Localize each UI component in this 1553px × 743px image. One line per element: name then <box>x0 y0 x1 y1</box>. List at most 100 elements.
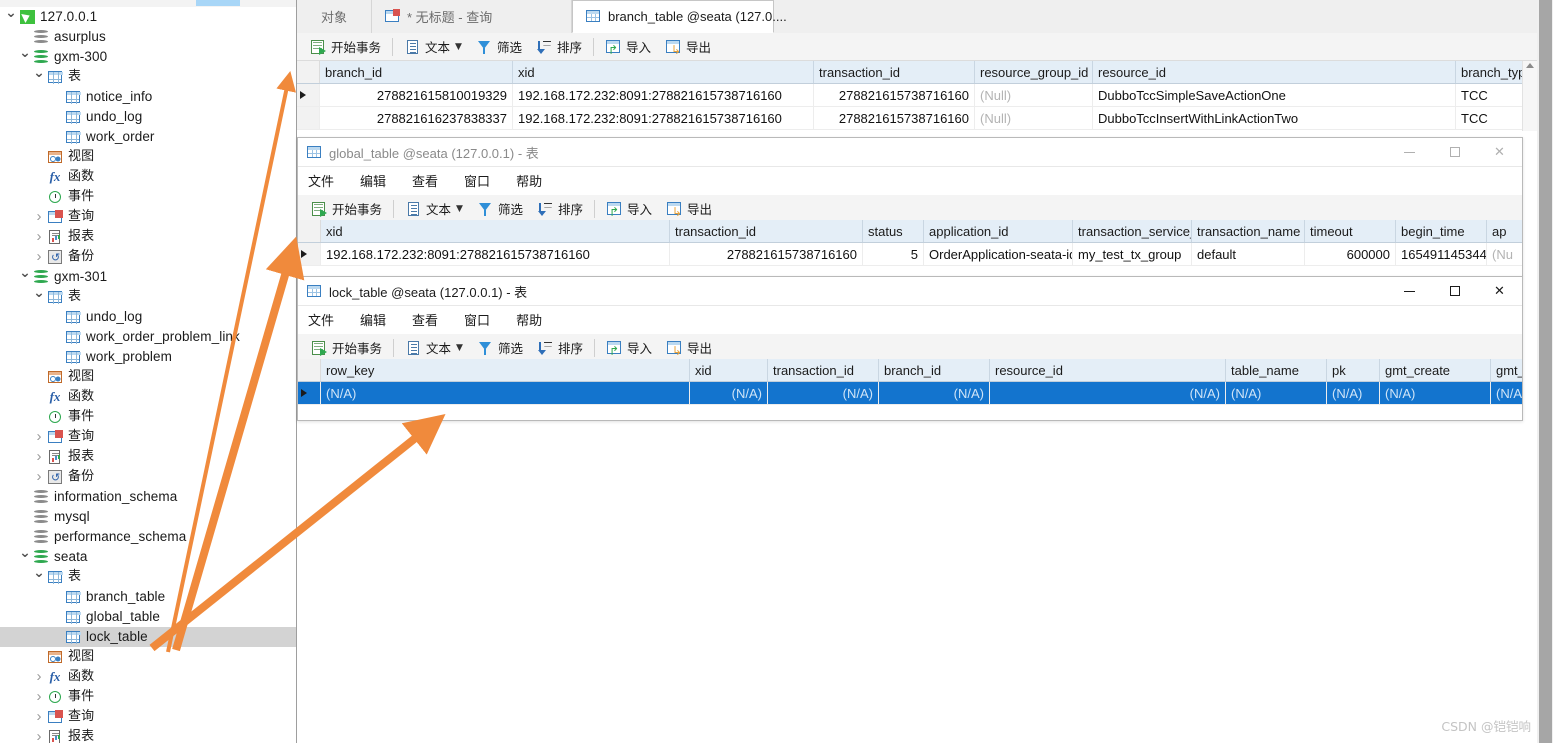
column-header-table_name[interactable]: table_name <box>1225 359 1327 382</box>
import-button[interactable]: 导入 <box>598 35 658 59</box>
text-button[interactable]: 文本 ▼ <box>397 35 469 59</box>
cell-resource_group_id[interactable]: (Null) <box>974 83 1093 107</box>
row-selector-cell[interactable] <box>298 242 321 266</box>
tree-item-[interactable]: 查询 <box>0 207 296 227</box>
tree-item-lock_table[interactable]: lock_table <box>0 627 296 647</box>
tree-item-[interactable]: fx 函数 <box>0 387 296 407</box>
chevron-right-icon[interactable] <box>32 447 46 468</box>
menu-help[interactable]: 帮助 <box>516 310 542 329</box>
tree-item-[interactable]: 查询 <box>0 707 296 727</box>
chevron-right-icon[interactable] <box>32 227 46 248</box>
tree-item-[interactable]: 表 <box>0 67 296 87</box>
close-icon[interactable]: ✕ <box>1477 138 1522 166</box>
menu-file[interactable]: 文件 <box>308 171 334 190</box>
tree-item-[interactable]: 视图 <box>0 147 296 167</box>
cell-xid[interactable]: 192.168.172.232:8091:278821615738716160 <box>512 83 814 107</box>
tree-item-notice_info[interactable]: notice_info <box>0 87 296 107</box>
column-header-gmt_modified[interactable]: gmt_modified <box>1490 359 1522 382</box>
begin-transaction-button[interactable]: 开始事务 <box>303 35 388 59</box>
column-header-transaction_id[interactable]: transaction_id <box>813 61 975 84</box>
column-header-status[interactable]: status <box>862 220 924 243</box>
cell-branch_id[interactable]: (N/A) <box>878 381 990 405</box>
chevron-right-icon[interactable] <box>32 207 46 228</box>
column-header-pk[interactable]: pk <box>1326 359 1380 382</box>
cell-gmt_modified[interactable]: (N/A) <box>1490 381 1522 405</box>
cell-resource_id[interactable]: DubboTccInsertWithLinkActionTwo <box>1092 106 1456 130</box>
chevron-down-icon[interactable] <box>18 46 32 68</box>
chevron-right-icon[interactable] <box>32 687 46 708</box>
data-grid[interactable]: xid transaction_id status application_id tra… <box>298 220 1522 266</box>
column-header-xid[interactable]: xid <box>320 220 670 243</box>
menu-window[interactable]: 窗口 <box>464 310 490 329</box>
tree-item-mysql[interactable]: mysql <box>0 507 296 527</box>
column-header-branch_id[interactable]: branch_id <box>878 359 990 382</box>
column-header-transaction_service_group[interactable]: transaction_service_group <box>1072 220 1192 243</box>
chevron-right-icon[interactable] <box>32 427 46 448</box>
column-header-ap[interactable]: ap <box>1486 220 1522 243</box>
row-selector-header[interactable] <box>298 220 321 243</box>
menu-help[interactable]: 帮助 <box>516 171 542 190</box>
column-header-timeout[interactable]: timeout <box>1304 220 1396 243</box>
row-selector-cell[interactable] <box>297 83 320 107</box>
cell-xid[interactable]: 192.168.172.232:8091:278821615738716160 <box>512 106 814 130</box>
column-header-begin_time[interactable]: begin_time <box>1395 220 1487 243</box>
column-header-xid[interactable]: xid <box>512 61 814 84</box>
chevron-down-icon[interactable] <box>32 66 46 88</box>
data-grid[interactable]: branch_id xid transaction_id resource_group… <box>297 61 1537 130</box>
column-header-resource_id[interactable]: resource_id <box>989 359 1226 382</box>
column-header-transaction_id[interactable]: transaction_id <box>767 359 879 382</box>
tree-item-[interactable]: 备份 <box>0 467 296 488</box>
tree-item-127001[interactable]: 127.0.0.1 <box>0 7 296 27</box>
chevron-down-icon[interactable] <box>18 266 32 288</box>
menu-file[interactable]: 文件 <box>308 310 334 329</box>
cell-xid[interactable]: (N/A) <box>689 381 768 405</box>
tree-item-branch_table[interactable]: branch_table <box>0 587 296 607</box>
tree-item-[interactable]: 表 <box>0 567 296 587</box>
tree-item-[interactable]: 报表 <box>0 447 296 467</box>
cell-transaction_id[interactable]: 278821615738716160 <box>813 83 975 107</box>
tree-item-asurplus[interactable]: asurplus <box>0 27 296 47</box>
begin-transaction-button[interactable]: 开始事务 <box>304 197 389 221</box>
chevron-down-icon[interactable]: ▼ <box>455 42 462 52</box>
filter-button[interactable]: 筛选 <box>470 336 530 360</box>
column-header-resource_id[interactable]: resource_id <box>1092 61 1456 84</box>
data-grid[interactable]: row_key xid transaction_id branch_id resourc… <box>298 359 1522 405</box>
chevron-right-icon[interactable] <box>32 247 46 268</box>
cell-transaction_service_group[interactable]: my_test_tx_group <box>1072 242 1192 266</box>
chevron-down-icon[interactable]: ▼ <box>456 343 463 353</box>
column-header-gmt_create[interactable]: gmt_create <box>1379 359 1491 382</box>
cell-transaction_name[interactable]: default <box>1191 242 1305 266</box>
chevron-right-icon[interactable] <box>32 707 46 728</box>
tree-item-[interactable]: fx 函数 <box>0 667 296 687</box>
menu-view[interactable]: 查看 <box>412 310 438 329</box>
cell-timeout[interactable]: 600000 <box>1304 242 1396 266</box>
close-icon[interactable]: ✕ <box>1477 277 1522 305</box>
import-button[interactable]: 导入 <box>599 197 659 221</box>
chevron-down-icon[interactable] <box>32 566 46 588</box>
maximize-icon[interactable] <box>1432 138 1477 166</box>
text-button[interactable]: 文本 ▼ <box>398 197 470 221</box>
tree-item-[interactable]: 备份 <box>0 247 296 268</box>
export-button[interactable]: 导出 <box>659 336 719 360</box>
chevron-right-icon[interactable] <box>32 667 46 688</box>
tree-item-[interactable]: 事件 <box>0 187 296 207</box>
column-header-branch_id[interactable]: branch_id <box>319 61 513 84</box>
column-header-transaction_id[interactable]: transaction_id <box>669 220 863 243</box>
branch-table-vertical-scrollbar[interactable] <box>1522 61 1537 131</box>
tree-item-information_schema[interactable]: information_schema <box>0 487 296 507</box>
cell-ap[interactable]: (Nu <box>1486 242 1522 266</box>
sort-button[interactable]: 排序 <box>530 197 590 221</box>
chevron-down-icon[interactable] <box>32 286 46 308</box>
cell-row_key[interactable]: (N/A) <box>320 381 690 405</box>
filter-button[interactable]: 筛选 <box>470 197 530 221</box>
cell-xid[interactable]: 192.168.172.232:8091:278821615738716160 <box>320 242 670 266</box>
tab-objects[interactable]: 对象 <box>297 0 372 33</box>
cell-table_name[interactable]: (N/A) <box>1225 381 1327 405</box>
cell-resource_group_id[interactable]: (Null) <box>974 106 1093 130</box>
row-selector-header[interactable] <box>298 359 321 382</box>
tab-untitled-query[interactable]: * 无标题 - 查询 <box>372 0 572 33</box>
menu-view[interactable]: 查看 <box>412 171 438 190</box>
tree-item-[interactable]: 视图 <box>0 647 296 667</box>
cell-begin_time[interactable]: 1654911453447 <box>1395 242 1487 266</box>
tree-item-[interactable]: 报表 <box>0 227 296 247</box>
